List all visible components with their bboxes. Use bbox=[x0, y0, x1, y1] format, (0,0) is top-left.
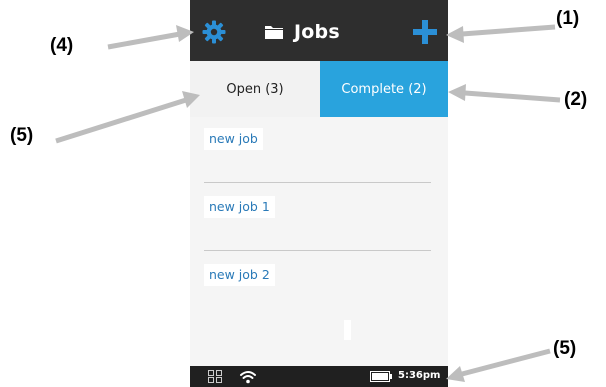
annotation-open-tab: (5) bbox=[10, 125, 34, 146]
grid-icon bbox=[208, 370, 222, 383]
annotation-complete-tab: (2) bbox=[564, 89, 588, 110]
arrow-to-complete bbox=[464, 90, 561, 103]
tab-complete[interactable]: Complete (2) bbox=[320, 61, 448, 117]
list-divider bbox=[204, 250, 431, 251]
arrowhead-complete bbox=[448, 84, 466, 101]
phone-screen: Jobs Open (3) Complete (2) new job new j… bbox=[190, 0, 448, 387]
list-divider bbox=[204, 182, 431, 183]
top-bar: Jobs bbox=[190, 0, 448, 61]
arrowhead-status bbox=[446, 366, 465, 382]
annotation-add: (1) bbox=[556, 8, 580, 29]
arrow-to-status bbox=[461, 348, 551, 377]
list-item[interactable]: new job bbox=[204, 128, 263, 150]
folder-icon bbox=[265, 26, 283, 39]
arrowhead-add bbox=[446, 26, 464, 43]
page-title: Jobs bbox=[294, 21, 340, 43]
status-bar: 5:36pm bbox=[190, 366, 448, 387]
wifi-icon bbox=[240, 371, 256, 384]
tab-open[interactable]: Open (3) bbox=[190, 61, 320, 117]
plus-icon[interactable] bbox=[412, 19, 438, 45]
tab-open-count: (3) bbox=[265, 81, 284, 97]
status-time: 5:36pm bbox=[398, 370, 441, 381]
header-title-group: Jobs bbox=[264, 18, 340, 46]
scroll-indicator bbox=[344, 320, 351, 340]
tab-complete-label: Complete bbox=[341, 81, 405, 97]
arrow-to-add bbox=[461, 24, 556, 37]
tab-complete-count: (2) bbox=[408, 81, 427, 97]
job-tabs: Open (3) Complete (2) bbox=[190, 61, 448, 117]
arrow-to-open bbox=[55, 97, 187, 144]
gear-icon[interactable] bbox=[202, 20, 226, 44]
tab-open-label: Open bbox=[226, 81, 262, 97]
arrow-to-settings bbox=[107, 31, 181, 50]
annotation-settings: (4) bbox=[50, 35, 74, 56]
list-item[interactable]: new job 2 bbox=[204, 264, 275, 286]
battery-icon bbox=[370, 371, 392, 382]
annotation-status-bar: (5) bbox=[553, 338, 577, 359]
list-item[interactable]: new job 1 bbox=[204, 196, 275, 218]
